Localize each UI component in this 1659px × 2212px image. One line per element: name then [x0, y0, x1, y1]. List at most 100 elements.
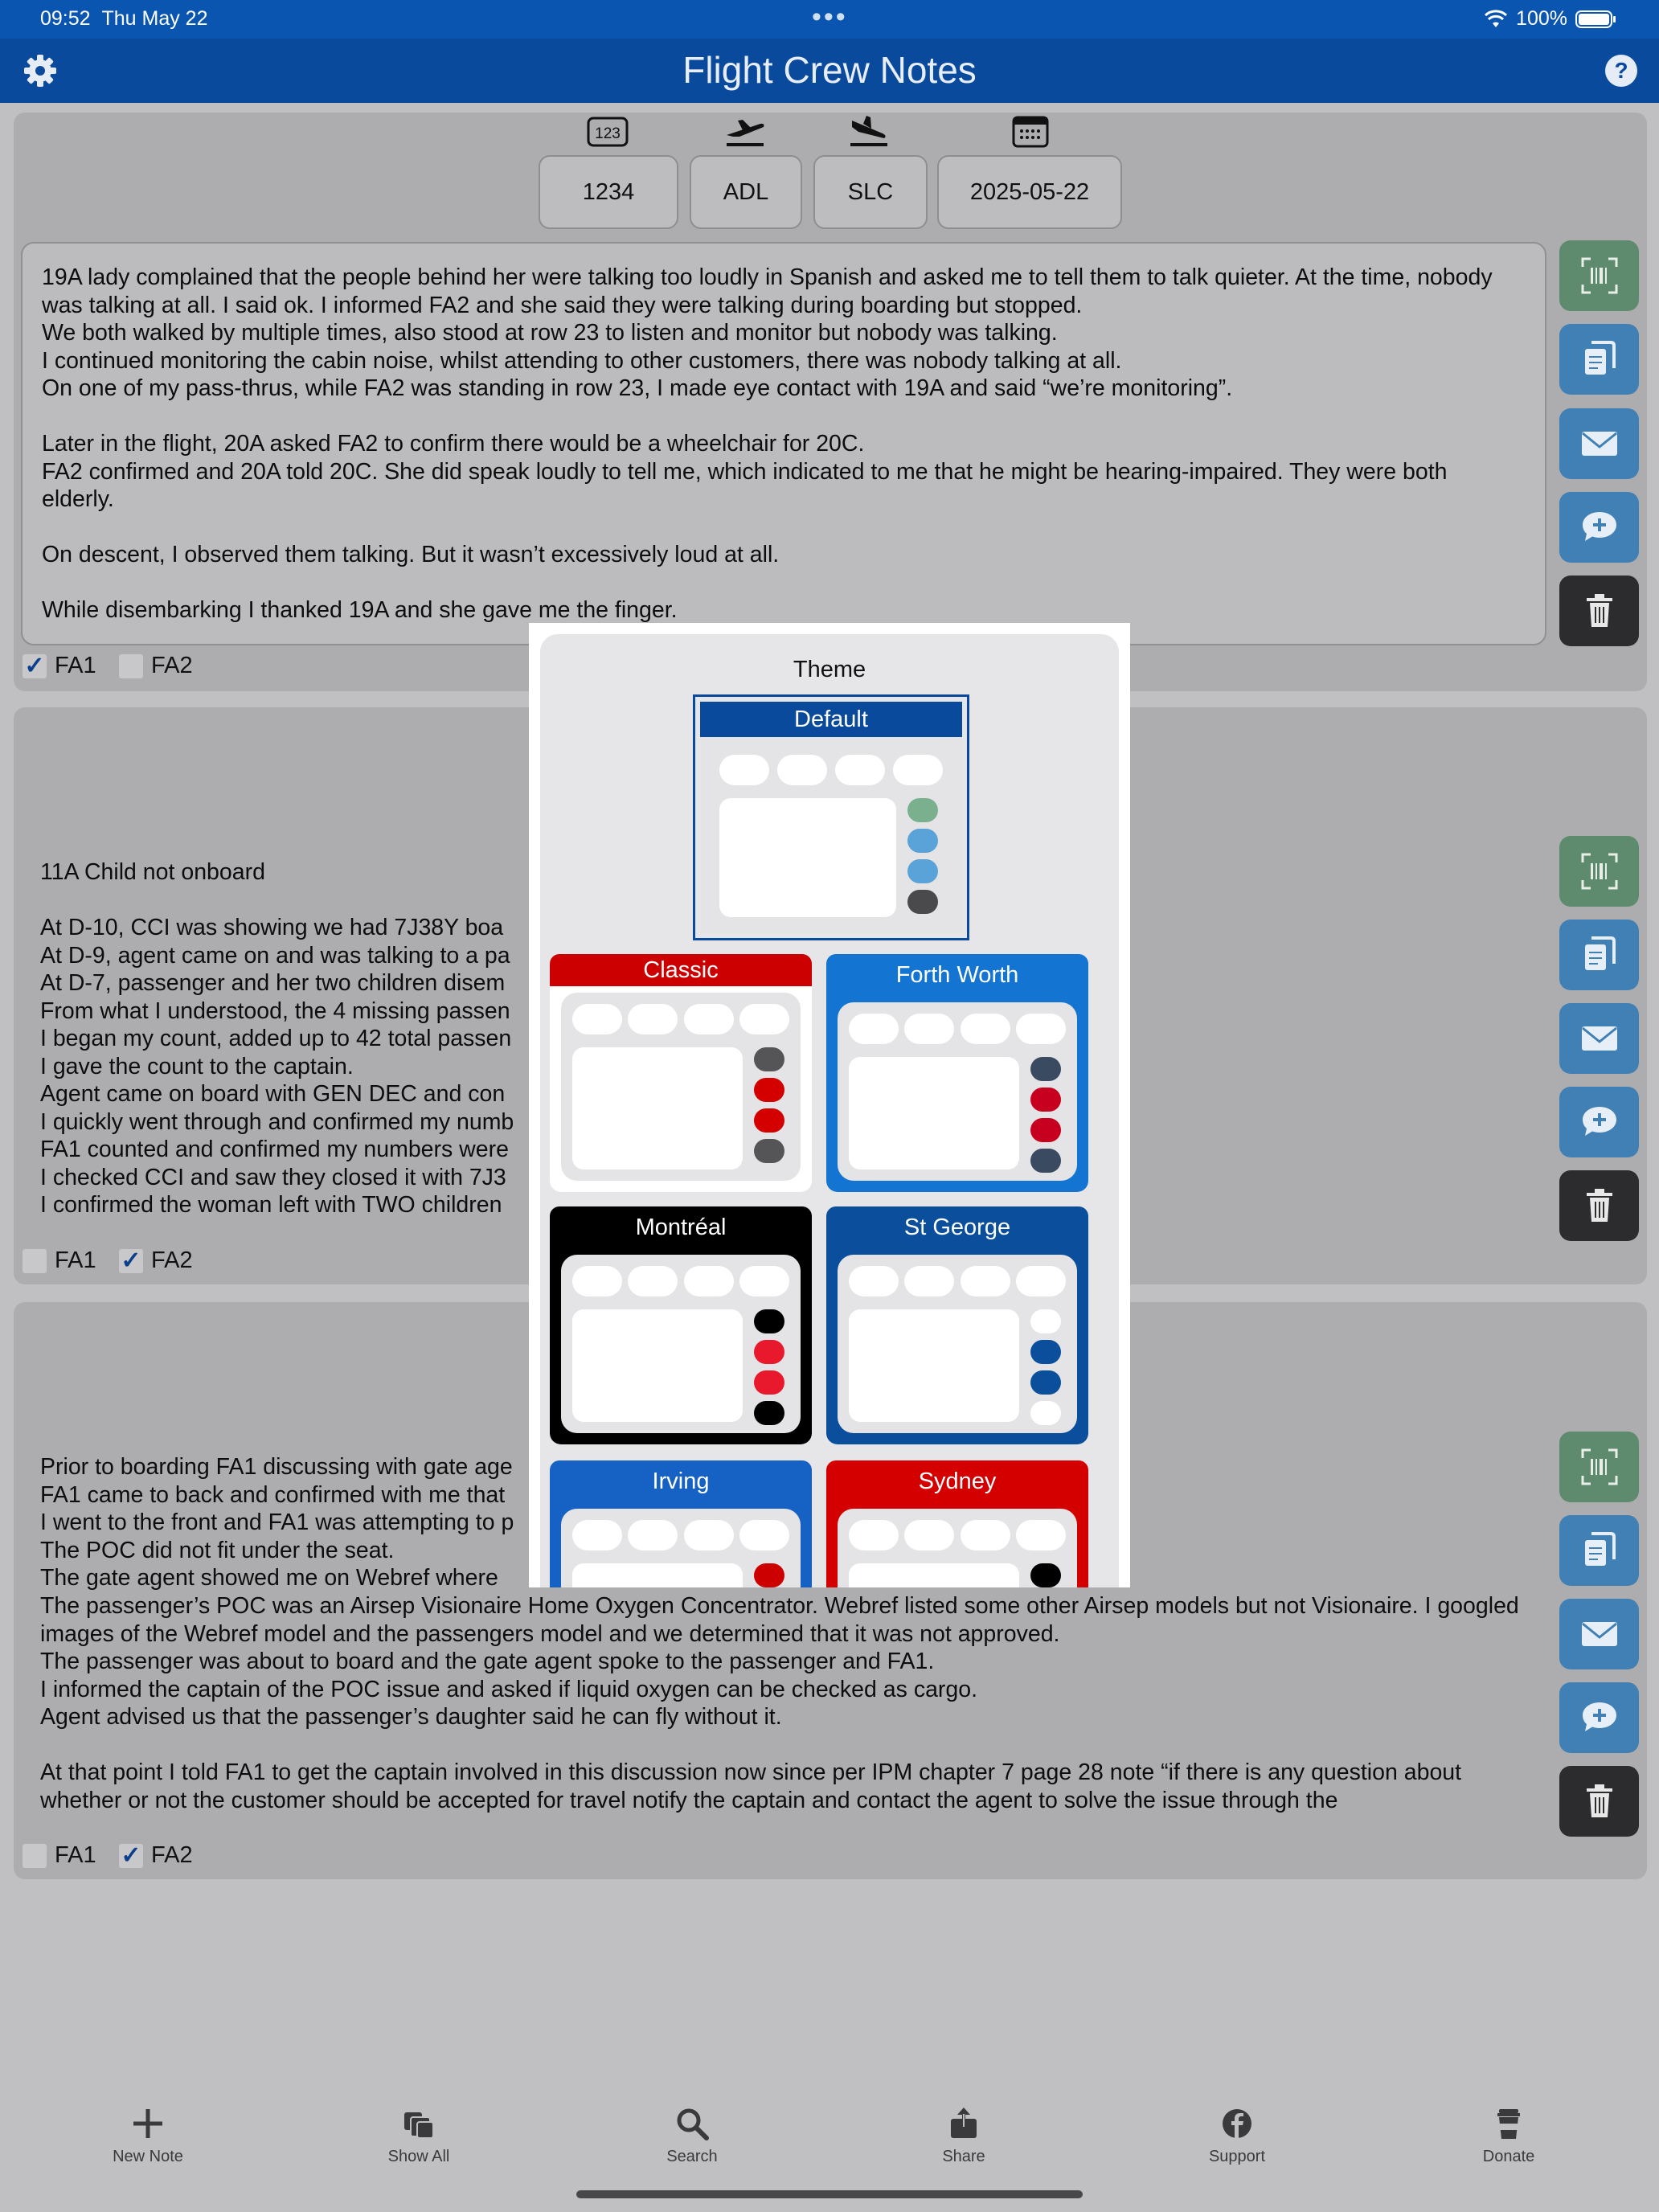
preview-button	[754, 1108, 784, 1133]
preview-button	[1030, 1340, 1061, 1364]
tab-support[interactable]: Support	[1157, 2106, 1317, 2166]
facebook-icon	[1223, 2109, 1251, 2138]
preview-button	[1030, 1057, 1061, 1081]
note-2-delete-button[interactable]	[1559, 1170, 1639, 1241]
plus-icon	[133, 2109, 162, 2138]
status-right: 100%	[1484, 7, 1617, 31]
barcode-scan-icon	[1581, 257, 1617, 294]
app-title: Flight Crew Notes	[682, 49, 977, 91]
tab-show-all[interactable]: Show All	[338, 2106, 499, 2166]
preview-button	[907, 829, 938, 853]
preview-field	[893, 755, 943, 785]
preview-button	[754, 1078, 784, 1102]
preview-field	[849, 1266, 899, 1296]
preview-field	[683, 1266, 734, 1296]
note-1-fa2-checkbox[interactable]: FA2	[119, 653, 193, 679]
theme-name: Montréal	[550, 1206, 812, 1248]
preview-button	[907, 890, 938, 914]
note-2-comment-button[interactable]	[1559, 1087, 1639, 1157]
add-comment-icon	[1582, 1107, 1616, 1136]
note-3-fa2-checkbox[interactable]: ✓ FA2	[119, 1842, 193, 1869]
preview-field	[572, 1004, 622, 1034]
note-2-fa1-checkbox[interactable]: FA1	[23, 1247, 96, 1274]
note-3-fa1-checkbox[interactable]: FA1	[23, 1842, 96, 1869]
preview-field	[960, 1266, 1010, 1296]
departure-field[interactable]: ADL	[690, 155, 802, 229]
note-1-scan-button[interactable]	[1559, 240, 1639, 311]
question-mark-icon[interactable]: ?	[1601, 51, 1641, 91]
preview-textbox	[572, 1309, 743, 1422]
theme-panel: Theme Default Classic Forth Worth Montréal S…	[540, 634, 1119, 1587]
note-3-comment-button[interactable]	[1559, 1682, 1639, 1753]
note-1-fa1-checkbox[interactable]: ✓ FA1	[23, 653, 96, 679]
note-1-delete-button[interactable]	[1559, 576, 1639, 646]
preview-field	[1016, 1014, 1066, 1044]
theme-preview	[838, 1255, 1077, 1433]
note-3-text[interactable]: The passenger’s POC was an Airsep Vision…	[40, 1592, 1527, 1821]
status-time-date: 09:52 Thu May 22	[40, 7, 208, 30]
tab-share[interactable]: Share	[883, 2106, 1044, 2166]
note-1-copy-button[interactable]	[1559, 324, 1639, 395]
preview-button	[754, 1047, 784, 1071]
preview-field	[628, 1004, 678, 1034]
wifi-icon	[1485, 9, 1508, 27]
preview-field	[835, 755, 885, 785]
preview-textbox	[849, 1563, 1019, 1587]
note-3-email-button[interactable]	[1559, 1599, 1639, 1669]
home-indicator[interactable]	[576, 2190, 1083, 2198]
checkmark-icon: ✓	[119, 1247, 143, 1274]
theme-option-classic[interactable]: Classic	[550, 954, 812, 1192]
note-1-text[interactable]: 19A lady complained that the people behi…	[21, 242, 1546, 645]
preview-field	[904, 1266, 955, 1296]
barcode-scan-icon	[1581, 1448, 1617, 1485]
theme-option-irving[interactable]: Irving	[550, 1460, 812, 1587]
trash-icon	[1586, 1784, 1612, 1817]
theme-preview	[838, 1509, 1077, 1587]
preview-field	[960, 1520, 1010, 1550]
preview-textbox	[849, 1309, 1019, 1422]
note-2-scan-button[interactable]	[1559, 836, 1639, 907]
theme-popover: Theme Default Classic Forth Worth Montréal S…	[529, 623, 1130, 1587]
preview-field	[683, 1004, 734, 1034]
theme-option-forth-worth[interactable]: Forth Worth	[826, 954, 1088, 1192]
note-2-fa2-checkbox[interactable]: ✓ FA2	[119, 1247, 193, 1274]
preview-field	[739, 1520, 789, 1550]
note-2-copy-button[interactable]	[1559, 920, 1639, 990]
note-3-delete-button[interactable]	[1559, 1766, 1639, 1837]
date-field[interactable]: 2025-05-22	[937, 155, 1122, 229]
preview-field	[1016, 1520, 1066, 1550]
preview-button	[754, 1563, 784, 1587]
preview-button	[1030, 1563, 1061, 1587]
nav-bar: Flight Crew Notes ?	[0, 39, 1659, 103]
preview-field	[739, 1266, 789, 1296]
note-2-email-button[interactable]	[1559, 1003, 1639, 1074]
theme-option-default[interactable]: Default	[693, 694, 969, 940]
tab-search[interactable]: Search	[612, 2106, 772, 2166]
theme-preview	[561, 1255, 801, 1433]
preview-field	[683, 1520, 734, 1550]
preview-field	[777, 755, 827, 785]
flight-number-icon: 123	[587, 117, 629, 147]
theme-name: Irving	[550, 1460, 812, 1502]
multitasking-dots[interactable]: •••	[812, 2, 848, 33]
theme-option-st-george[interactable]: St George	[826, 1206, 1088, 1444]
arrival-field[interactable]: SLC	[813, 155, 928, 229]
checkmark-icon: ✓	[23, 653, 47, 679]
theme-option-montr-al[interactable]: Montréal	[550, 1206, 812, 1444]
note-3-copy-button[interactable]	[1559, 1515, 1639, 1586]
preview-button	[1030, 1309, 1061, 1333]
theme-option-sydney[interactable]: Sydney	[826, 1460, 1088, 1587]
preview-field	[572, 1520, 622, 1550]
preview-field	[849, 1014, 899, 1044]
add-comment-icon	[1582, 512, 1616, 541]
flight-number-field[interactable]: 1234	[539, 155, 678, 229]
note-1-email-button[interactable]	[1559, 408, 1639, 479]
tab-new-note[interactable]: New Note	[68, 2106, 228, 2166]
theme-name: Sydney	[826, 1460, 1088, 1502]
note-1-comment-button[interactable]	[1559, 492, 1639, 563]
copy-icon	[1584, 1532, 1616, 1566]
preview-field	[904, 1014, 955, 1044]
theme-name: St George	[826, 1206, 1088, 1248]
tab-donate[interactable]: Donate	[1428, 2106, 1589, 2166]
note-3-scan-button[interactable]	[1559, 1432, 1639, 1502]
